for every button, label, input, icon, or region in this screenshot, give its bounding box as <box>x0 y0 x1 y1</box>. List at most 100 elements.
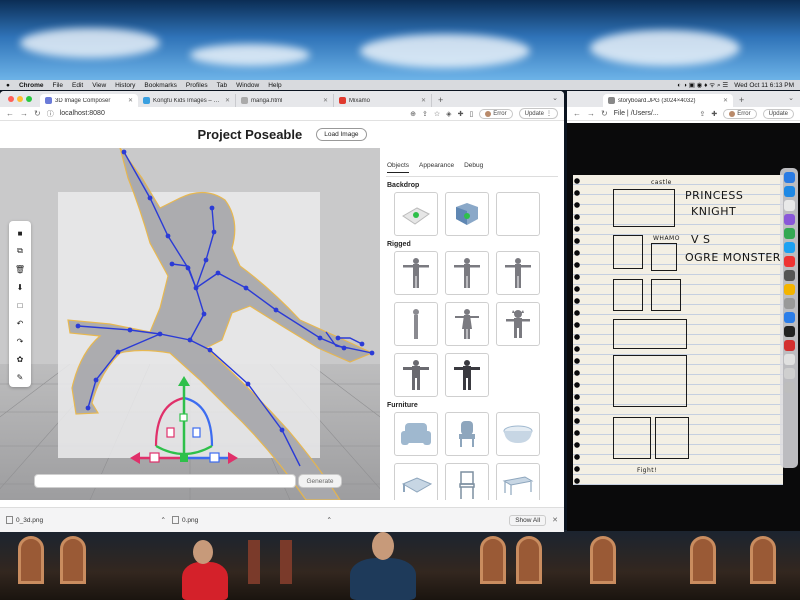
generate-button[interactable]: Generate <box>298 474 342 488</box>
close-tab-icon[interactable]: ✕ <box>723 97 728 104</box>
acrobat-icon[interactable] <box>783 340 795 351</box>
tab-debug[interactable]: Debug <box>464 162 483 173</box>
menu-window[interactable]: Window <box>236 82 259 89</box>
download-item[interactable]: 0_3d.png ⌃ <box>6 516 166 524</box>
url-field[interactable]: localhost:8080 <box>60 110 404 117</box>
update-button[interactable]: Update <box>762 108 794 119</box>
back-icon[interactable]: ← <box>573 109 581 118</box>
load-image-button[interactable]: Load Image <box>316 127 367 141</box>
tab-3d-image-composer[interactable]: 3D Image Composer ✕ <box>40 94 138 107</box>
3d-viewport[interactable] <box>0 148 380 500</box>
reload-icon[interactable]: ↻ <box>601 109 608 118</box>
rigged-figure-tpose-3[interactable] <box>496 251 540 295</box>
chevron-up-icon[interactable]: ⌃ <box>161 516 166 524</box>
brush-icon[interactable]: ✎ <box>12 369 28 385</box>
close-tab-icon[interactable]: ✕ <box>421 97 426 104</box>
trash-icon[interactable]: 🗑 <box>12 261 28 277</box>
profile-error-button[interactable]: Error <box>723 108 757 119</box>
tab-search-chevron-icon[interactable]: ⌄ <box>788 94 794 102</box>
tab-storyboard[interactable]: storyboard.JPG (3024×4032) ✕ <box>603 94 733 107</box>
backdrop-item-plane[interactable] <box>394 192 438 236</box>
camera-icon[interactable]: ■ <box>12 225 28 241</box>
backdrop-item-empty[interactable] <box>496 192 540 236</box>
rigged-figure-dark[interactable] <box>445 353 489 397</box>
chrome-icon[interactable] <box>783 228 795 239</box>
tab-mixamo[interactable]: Mixamo ✕ <box>334 94 432 107</box>
rigged-figure-tpose-2[interactable] <box>445 251 489 295</box>
rigged-figure-tpose[interactable] <box>394 251 438 295</box>
backdrop-item-corner[interactable] <box>445 192 489 236</box>
extensions-puzzle-icon[interactable]: ✚ <box>711 110 717 118</box>
slack-icon[interactable] <box>783 200 795 211</box>
menu-bookmarks[interactable]: Bookmarks <box>144 82 177 89</box>
forward-icon[interactable]: → <box>587 109 595 118</box>
share-icon[interactable]: ⇪ <box>422 110 428 118</box>
downloads-stack-icon[interactable] <box>783 368 795 379</box>
menu-profiles[interactable]: Profiles <box>186 82 208 89</box>
menu-history[interactable]: History <box>115 82 135 89</box>
furniture-side-chair[interactable] <box>445 412 489 456</box>
menubar-app-name[interactable]: Chrome <box>19 82 44 89</box>
square-icon[interactable]: □ <box>12 297 28 313</box>
rigged-figure-creature[interactable] <box>496 302 540 346</box>
teams-icon[interactable] <box>783 214 795 225</box>
rigged-figure-man[interactable] <box>394 353 438 397</box>
calendar-icon[interactable] <box>783 256 795 267</box>
finder-icon[interactable] <box>783 172 795 183</box>
extensions-puzzle-icon[interactable]: ✚ <box>458 110 464 118</box>
menubar-clock[interactable]: Wed Oct 11 6:13 PM <box>734 82 794 89</box>
tab-appearance[interactable]: Appearance <box>419 162 454 173</box>
trash-can-icon[interactable] <box>783 382 795 393</box>
menu-edit[interactable]: Edit <box>72 82 83 89</box>
safari-icon[interactable] <box>783 242 795 253</box>
chevron-up-icon[interactable]: ⌃ <box>327 516 332 524</box>
menu-view[interactable]: View <box>92 82 106 89</box>
tab-objects[interactable]: Objects <box>387 162 410 173</box>
update-button[interactable]: Update ⋮ <box>518 108 558 119</box>
outlook-icon[interactable] <box>783 186 795 197</box>
settings-app-icon[interactable] <box>783 270 795 281</box>
rigged-figure-woman[interactable] <box>445 302 489 346</box>
zoom-icon[interactable]: ⊕ <box>410 110 416 118</box>
status-icons[interactable]: ◐ ◑ ▣ ◉ ♦ ᯤ ⌕ ☰ <box>677 80 728 90</box>
transform-gizmo[interactable] <box>126 376 242 470</box>
undo-icon[interactable]: ↶ <box>12 315 28 331</box>
extension-shield-icon[interactable]: ◈ <box>446 110 451 118</box>
close-tab-icon[interactable]: ✕ <box>225 97 230 104</box>
show-all-button[interactable]: Show All <box>509 514 547 526</box>
minimize-window-button[interactable] <box>17 96 23 102</box>
close-downloads-icon[interactable]: ✕ <box>552 516 558 524</box>
notes-icon[interactable] <box>783 284 795 295</box>
close-tab-icon[interactable]: ✕ <box>128 97 133 104</box>
share-icon[interactable]: ⇪ <box>700 110 706 118</box>
furniture-bed[interactable] <box>394 463 438 500</box>
rigged-figure-side[interactable] <box>394 302 438 346</box>
menu-help[interactable]: Help <box>268 82 281 89</box>
menu-file[interactable]: File <box>53 82 63 89</box>
forward-icon[interactable]: → <box>20 109 28 118</box>
apple-icon[interactable]: ● <box>6 82 10 89</box>
tab-kongfu-kids[interactable]: Kongfu Kids Images – Browse ✕ <box>138 94 236 107</box>
new-tab-button[interactable]: + <box>432 95 449 107</box>
furniture-table[interactable] <box>496 463 540 500</box>
back-icon[interactable]: ← <box>6 109 14 118</box>
preview-icon[interactable] <box>783 298 795 309</box>
download-icon[interactable]: ⬇ <box>12 279 28 295</box>
tab-search-chevron-icon[interactable]: ⌄ <box>552 94 558 102</box>
textedit-icon[interactable] <box>783 354 795 365</box>
terminal-icon[interactable] <box>783 326 795 337</box>
url-field[interactable]: File | /Users/... <box>614 110 694 117</box>
furniture-bathtub[interactable] <box>496 412 540 456</box>
settings-icon[interactable]: ✿ <box>12 351 28 367</box>
furniture-armchair[interactable] <box>394 412 438 456</box>
reload-icon[interactable]: ↻ <box>34 109 41 118</box>
furniture-wood-chair[interactable] <box>445 463 489 500</box>
prompt-input[interactable] <box>34 474 296 488</box>
site-info-icon[interactable]: ⓘ <box>47 109 54 119</box>
redo-icon[interactable]: ↷ <box>12 333 28 349</box>
duplicate-icon[interactable]: ⧉ <box>12 243 28 259</box>
tab-manga[interactable]: manga.html ✕ <box>236 94 334 107</box>
close-tab-icon[interactable]: ✕ <box>323 97 328 104</box>
sidepanel-icon[interactable]: ▯ <box>469 110 473 118</box>
new-tab-button[interactable]: + <box>733 95 750 107</box>
